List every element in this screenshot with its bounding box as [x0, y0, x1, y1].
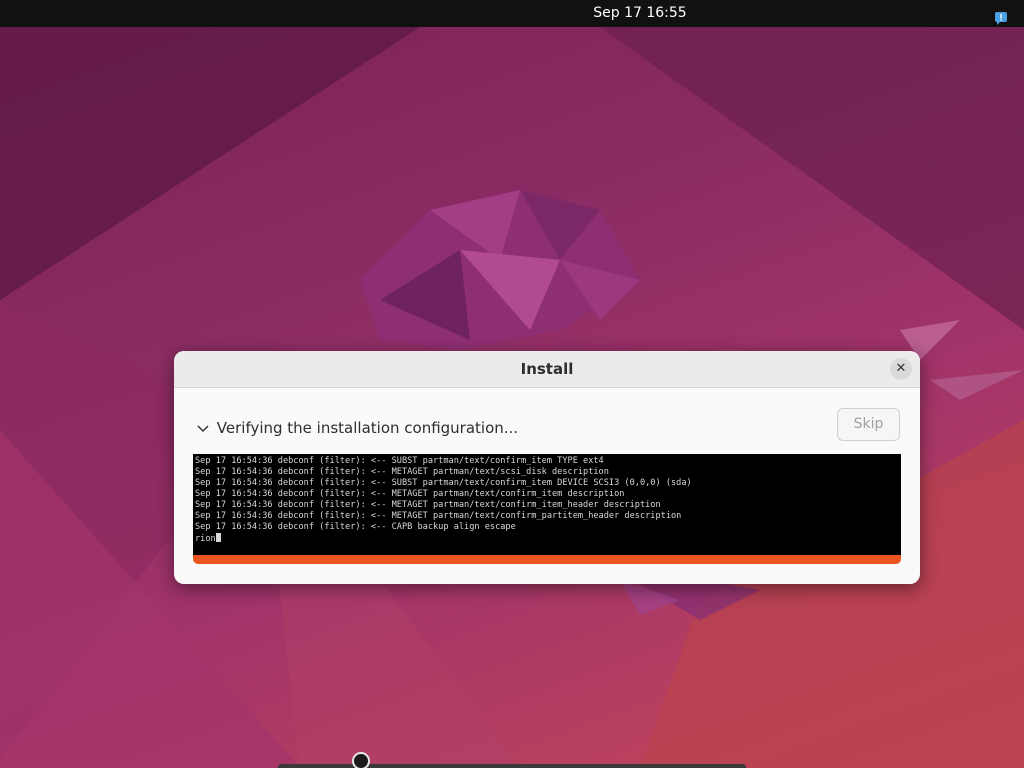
- dock-edge: [278, 764, 746, 768]
- dock-app-icon[interactable]: [352, 752, 370, 768]
- log-line: Sep 17 16:54:36 debconf (filter): <-- ME…: [195, 489, 625, 499]
- status-text: Verifying the installation configuration…: [216, 419, 519, 437]
- dialog-titlebar[interactable]: Install ✕: [174, 351, 920, 388]
- install-log-terminal[interactable]: Sep 17 16:54:36 debconf (filter): <-- SU…: [193, 454, 901, 555]
- log-line: Sep 17 16:54:36 debconf (filter): <-- SU…: [195, 478, 692, 488]
- chevron-down-icon: [197, 425, 209, 432]
- close-button[interactable]: ✕: [890, 358, 912, 380]
- top-bar: Sep 17 16:55: [0, 0, 1024, 27]
- status-expander[interactable]: Verifying the installation configuration…: [196, 418, 518, 438]
- progress-fill: [193, 555, 901, 564]
- dialog-title: Install: [520, 360, 574, 378]
- notification-bubble-icon[interactable]: [994, 11, 1008, 25]
- close-icon: ✕: [895, 361, 907, 376]
- log-line: rion: [195, 533, 899, 545]
- install-dialog: Install ✕ Verifying the installation con…: [174, 351, 920, 584]
- log-line: Sep 17 16:54:36 debconf (filter): <-- CA…: [195, 522, 516, 532]
- log-line: Sep 17 16:54:36 debconf (filter): <-- ME…: [195, 467, 609, 477]
- clock-label: Sep 17 16:55: [593, 5, 687, 21]
- clock-button[interactable]: Sep 17 16:55: [560, 0, 720, 27]
- skip-button[interactable]: Skip: [837, 408, 900, 441]
- log-line: Sep 17 16:54:36 debconf (filter): <-- ME…: [195, 500, 661, 510]
- terminal-cursor: [215, 533, 221, 542]
- install-progress-bar: [193, 555, 901, 564]
- log-line: Sep 17 16:54:36 debconf (filter): <-- ME…: [195, 511, 682, 521]
- log-line: Sep 17 16:54:36 debconf (filter): <-- SU…: [195, 456, 604, 466]
